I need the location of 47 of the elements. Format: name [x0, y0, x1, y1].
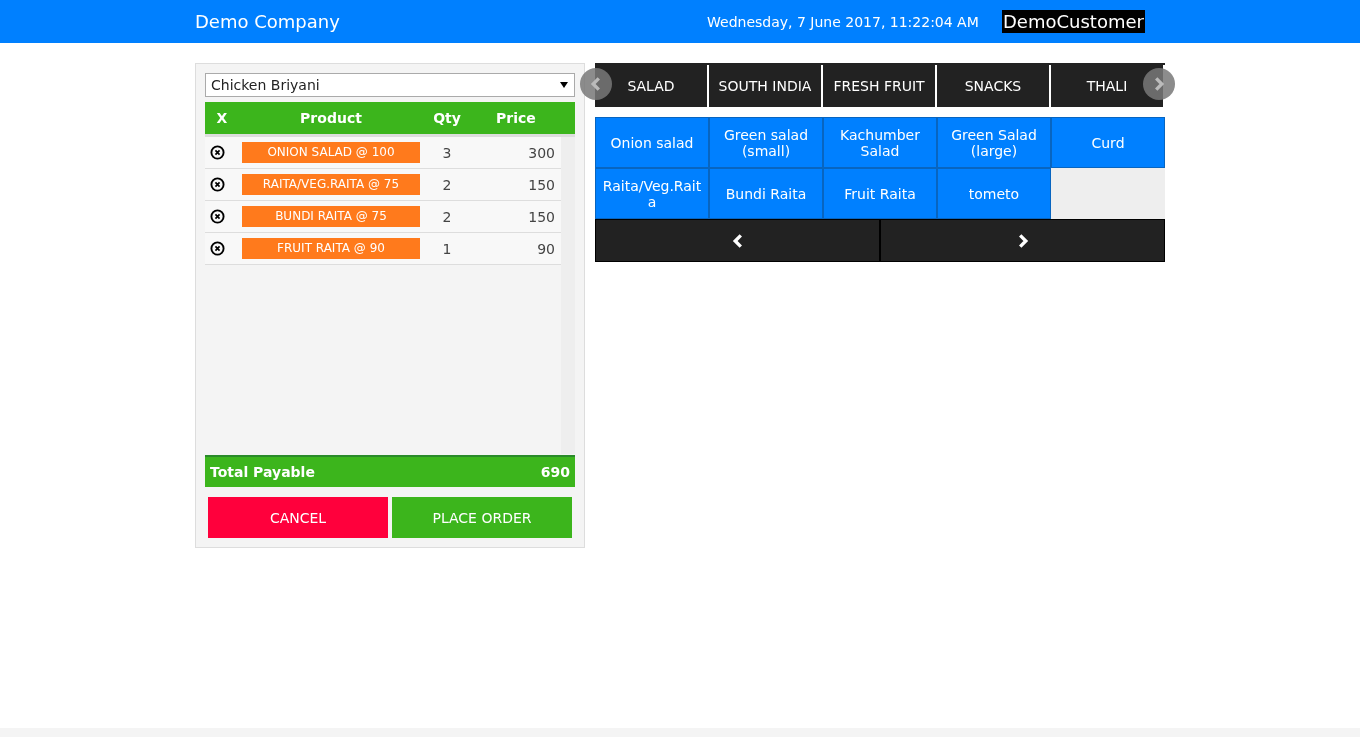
- caret-icon: [560, 82, 568, 88]
- qty-cell-text: 2: [441, 208, 453, 225]
- category-tab[interactable]: FRESH FRUIT: [823, 65, 935, 107]
- place-order-button[interactable]: PLACE ORDER: [392, 497, 572, 538]
- product-button[interactable]: Onion salad: [595, 117, 709, 168]
- item-select[interactable]: Chicken Briyani: [205, 73, 575, 97]
- product-button[interactable]: Fruit Raita: [823, 168, 937, 219]
- product-button[interactable]: Green Salad (large): [937, 117, 1051, 168]
- price-cell-text: 150: [527, 176, 556, 193]
- qty-cell-text: 2: [441, 176, 453, 193]
- column-header: Product: [299, 110, 363, 126]
- product-button[interactable]: Bundi Raita: [709, 168, 823, 219]
- customer-name: DemoCustomer: [1002, 10, 1145, 33]
- remove-icon[interactable]: [210, 177, 225, 192]
- total-label: Total Payable: [210, 464, 315, 480]
- product-button[interactable]: tometo: [937, 168, 1051, 219]
- category-tab[interactable]: SNACKS: [937, 65, 1049, 107]
- chevron-right-icon: [1152, 77, 1166, 91]
- column-header: Qty: [432, 110, 462, 126]
- remove-icon[interactable]: [210, 145, 225, 160]
- product-label: RAITA/VEG.RAITA @ 75: [242, 174, 420, 195]
- product-label: FRUIT RAITA @ 90: [242, 238, 420, 259]
- product-button[interactable]: Curd: [1051, 117, 1165, 168]
- column-header: X: [215, 110, 229, 126]
- qty-cell-text: 1: [441, 240, 453, 257]
- product-label: BUNDI RAITA @ 75: [242, 206, 420, 227]
- column-header: Price: [495, 110, 537, 126]
- product-button[interactable]: Raita/Veg.Raita: [595, 168, 709, 219]
- product-label: ONION SALAD @ 100: [242, 142, 420, 163]
- chevron-left-icon: [730, 233, 745, 248]
- total-value: 690: [540, 464, 570, 480]
- category-tab[interactable]: THALI: [1051, 65, 1163, 107]
- product-button[interactable]: Kachumber Salad: [823, 117, 937, 168]
- cancel-button[interactable]: CANCEL: [208, 497, 388, 538]
- chevron-left-icon: [589, 77, 603, 91]
- category-tab[interactable]: SOUTH INDIA: [709, 65, 821, 107]
- remove-icon[interactable]: [210, 241, 225, 256]
- remove-icon[interactable]: [210, 209, 225, 224]
- price-cell-text: 90: [536, 240, 556, 257]
- category-tab[interactable]: SALAD: [595, 65, 707, 107]
- scroll-right-button[interactable]: [1143, 68, 1175, 100]
- qty-cell-text: 3: [441, 144, 453, 161]
- date-time: Wednesday, 7 June 2017, 11:22:04 AM: [707, 13, 980, 30]
- company-name: Demo Company: [195, 11, 341, 32]
- price-cell-text: 150: [527, 208, 556, 225]
- price-cell-text: 300: [527, 144, 556, 161]
- product-button[interactable]: Green salad (small): [709, 117, 823, 168]
